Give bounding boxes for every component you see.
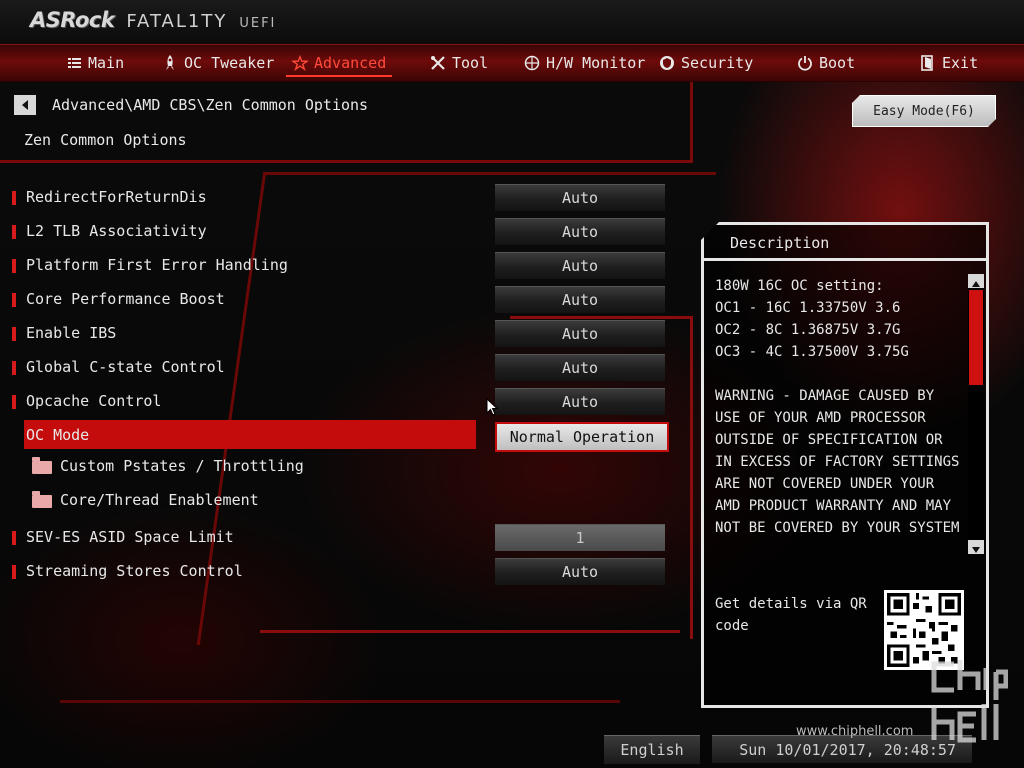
setting-label: Core Performance Boost bbox=[26, 290, 225, 308]
setting-row[interactable]: Opcache Control Auto bbox=[0, 386, 690, 416]
qr-label: Get details via QR code bbox=[715, 596, 867, 634]
power-icon bbox=[797, 55, 813, 71]
setting-value[interactable]: 1 bbox=[495, 524, 665, 551]
setting-row[interactable]: Streaming Stores Control Auto bbox=[0, 556, 690, 586]
setting-label: Streaming Stores Control bbox=[26, 562, 243, 580]
folder-icon bbox=[32, 491, 52, 508]
tab-exit[interactable]: Exit bbox=[920, 45, 978, 81]
row-marker bbox=[12, 565, 16, 579]
setting-value[interactable]: Auto bbox=[495, 320, 665, 347]
description-text: 180W 16C OC setting: OC1 - 16C 1.33750V … bbox=[715, 278, 960, 536]
setting-label: RedirectForReturnDis bbox=[26, 188, 207, 206]
setting-value[interactable]: Auto bbox=[495, 558, 665, 585]
row-marker bbox=[12, 395, 16, 409]
mouse-cursor-icon bbox=[486, 397, 500, 418]
tab-label: Security bbox=[681, 54, 754, 72]
setting-label: Enable IBS bbox=[26, 324, 117, 342]
setting-value[interactable]: Auto bbox=[495, 252, 665, 279]
setting-row[interactable]: Core Performance Boost Auto bbox=[0, 284, 690, 314]
arrow-down-icon bbox=[972, 538, 980, 557]
setting-row-selected[interactable]: OC Mode Normal Operation bbox=[0, 420, 690, 452]
setting-row[interactable]: RedirectForReturnDis Auto bbox=[0, 182, 690, 212]
setting-row[interactable]: SEV-ES ASID Space Limit 1 bbox=[0, 522, 690, 552]
row-marker bbox=[12, 259, 16, 273]
submenu-item[interactable]: Core/Thread Enablement bbox=[0, 485, 690, 515]
folder-icon bbox=[32, 457, 52, 474]
row-marker bbox=[12, 191, 16, 205]
easy-mode-button[interactable]: Easy Mode(F6) bbox=[852, 95, 996, 127]
language-button[interactable]: English bbox=[604, 735, 700, 764]
setting-label: Platform First Error Handling bbox=[26, 256, 288, 274]
setting-row[interactable]: Platform First Error Handling Auto bbox=[0, 250, 690, 280]
setting-value[interactable]: Auto bbox=[495, 354, 665, 381]
setting-label: Global C-state Control bbox=[26, 358, 225, 376]
description-title: Description bbox=[730, 234, 830, 252]
description-panel: Description 180W 16C OC setting: OC1 - 1… bbox=[701, 222, 989, 708]
setting-label: SEV-ES ASID Space Limit bbox=[26, 528, 234, 546]
setting-value[interactable]: Auto bbox=[495, 388, 665, 415]
tab-label: Boot bbox=[819, 54, 856, 72]
settings-list: RedirectForReturnDis Auto L2 TLB Associa… bbox=[0, 0, 690, 768]
watermark-url: www.chiphell.com bbox=[796, 724, 914, 739]
description-scrollbar[interactable] bbox=[968, 274, 984, 554]
description-header: Description bbox=[704, 225, 986, 261]
setting-value[interactable]: Normal Operation bbox=[495, 422, 669, 452]
scroll-up-button[interactable] bbox=[968, 274, 984, 288]
submenu-label: Custom Pstates / Throttling bbox=[60, 457, 304, 475]
selection-highlight bbox=[24, 420, 476, 449]
row-marker bbox=[12, 225, 16, 239]
row-marker bbox=[12, 531, 16, 545]
setting-value[interactable]: Auto bbox=[495, 286, 665, 313]
row-marker bbox=[12, 327, 16, 341]
watermark-logo bbox=[928, 656, 1009, 748]
submenu-label: Core/Thread Enablement bbox=[60, 491, 259, 509]
submenu-item[interactable]: Custom Pstates / Throttling bbox=[0, 451, 690, 481]
tab-boot[interactable]: Boot bbox=[797, 45, 855, 81]
arrow-up-icon bbox=[972, 272, 980, 291]
setting-row[interactable]: Global C-state Control Auto bbox=[0, 352, 690, 382]
setting-label: Opcache Control bbox=[26, 392, 162, 410]
tab-label: Exit bbox=[942, 54, 979, 72]
exit-icon bbox=[920, 55, 936, 71]
row-marker bbox=[12, 293, 16, 307]
uefi-screen: ASRock FATAL1TY UEFI Main OC Tweaker Adv… bbox=[0, 0, 1024, 768]
scroll-thumb[interactable] bbox=[969, 290, 983, 385]
setting-value[interactable]: Auto bbox=[495, 184, 665, 211]
scroll-down-button[interactable] bbox=[968, 540, 984, 554]
setting-value[interactable]: Auto bbox=[495, 218, 665, 245]
row-marker bbox=[12, 361, 16, 375]
setting-label: L2 TLB Associativity bbox=[26, 222, 207, 240]
setting-label: OC Mode bbox=[26, 426, 90, 444]
setting-row[interactable]: Enable IBS Auto bbox=[0, 318, 690, 348]
setting-row[interactable]: L2 TLB Associativity Auto bbox=[0, 216, 690, 246]
